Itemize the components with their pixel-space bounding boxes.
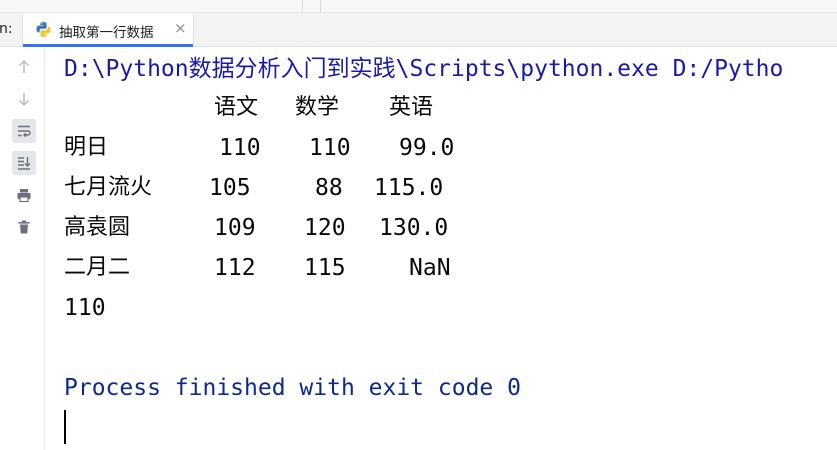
row-index: 七月流火 [64, 175, 153, 200]
arrow-up-icon[interactable] [12, 55, 36, 79]
table-cell: 110 [219, 135, 261, 161]
print-icon[interactable] [12, 183, 36, 207]
table-cell: 115.0 [374, 175, 444, 201]
column-header: 英语 [389, 95, 434, 120]
console-gutter [0, 47, 45, 450]
table-cell: 130.0 [379, 215, 449, 241]
column-header: 数学 [295, 95, 340, 120]
toolbar-segment [0, 0, 303, 12]
table-row: 二月二 112 115 NaN [64, 253, 764, 283]
table-cell: 115 [304, 255, 346, 281]
dataframe-header: 语文 数学 英语 [64, 93, 764, 123]
soft-wrap-icon[interactable] [12, 119, 36, 143]
toolbar-segment [302, 0, 321, 12]
run-tab-bar: n: 抽取第一行数据 × [0, 13, 837, 47]
table-cell: 109 [214, 215, 256, 241]
table-cell: 105 [209, 175, 251, 201]
table-cell: NaN [409, 255, 451, 281]
table-row: 七月流火 105 88 115.0 [64, 173, 764, 203]
top-toolbar-strip [0, 0, 837, 13]
command-line: D:\Python数据分析入门到实践\Scripts\python.exe D:… [64, 56, 784, 82]
row-index: 二月二 [64, 255, 131, 280]
trash-icon[interactable] [12, 215, 36, 239]
table-row: 明日 110 110 99.0 [64, 133, 764, 163]
table-cell: 112 [214, 255, 256, 281]
close-icon[interactable]: × [174, 19, 187, 37]
table-cell: 110 [309, 135, 351, 161]
python-icon [36, 22, 51, 37]
tab-extract-first-row[interactable]: 抽取第一行数据 × [22, 13, 194, 47]
result-value: 110 [64, 295, 106, 321]
console-output[interactable]: D:\Python数据分析入门到实践\Scripts\python.exe D:… [64, 47, 837, 450]
table-row: 高袁圆 109 120 130.0 [64, 213, 764, 243]
table-cell: 120 [304, 215, 346, 241]
column-header: 语文 [214, 95, 259, 120]
exit-message: Process finished with exit code 0 [64, 375, 521, 401]
scroll-to-end-icon[interactable] [12, 151, 36, 175]
row-index: 高袁圆 [64, 215, 131, 240]
arrow-down-icon[interactable] [12, 87, 36, 111]
table-cell: 88 [315, 175, 343, 201]
run-panel-label: n: [0, 21, 13, 37]
row-index: 明日 [64, 135, 109, 160]
text-cursor [64, 410, 66, 444]
tab-title: 抽取第一行数据 [59, 25, 154, 41]
table-cell: 99.0 [399, 135, 455, 161]
